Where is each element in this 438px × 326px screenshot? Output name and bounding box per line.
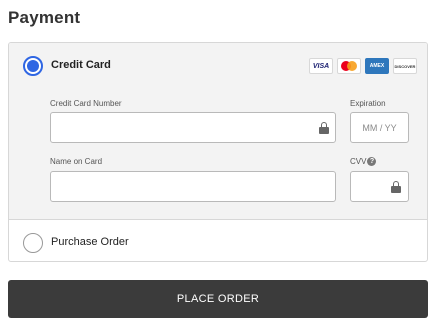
lock-icon [319,122,329,134]
visa-text: VISA [312,62,330,70]
name-on-card-input[interactable] [50,171,336,202]
place-order-button[interactable]: PLACE ORDER [8,280,428,318]
payment-title: Payment [8,8,81,27]
discover-icon: DISCOVER [393,58,417,74]
accepted-cards: VISA AMEX DISCOVER [309,58,417,74]
card-number-input[interactable] [50,112,336,143]
expiration-input[interactable] [350,112,409,143]
name-on-card-label: Name on Card [50,157,103,166]
credit-card-label: Credit Card [51,59,111,71]
credit-card-radio[interactable] [23,56,43,76]
help-icon[interactable]: ? [367,157,377,167]
mastercard-icon [337,58,361,74]
payment-methods-panel: Credit Card VISA AMEX DISCOVER Credit Ca… [8,42,428,262]
purchase-order-label: Purchase Order [51,236,129,248]
discover-text: DISCOVER [394,63,416,69]
cvv-label-group: CVV? [350,157,377,167]
credit-card-section: Credit Card VISA AMEX DISCOVER Credit Ca… [9,43,427,220]
cvv-label: CVV [350,157,367,166]
card-number-label: Credit Card Number [50,99,122,108]
amex-icon: AMEX [365,58,389,74]
lock-icon [391,181,401,193]
amex-text: AMEX [369,63,385,69]
purchase-order-radio[interactable] [23,233,43,253]
visa-icon: VISA [309,58,333,74]
expiration-label: Expiration [350,99,386,108]
